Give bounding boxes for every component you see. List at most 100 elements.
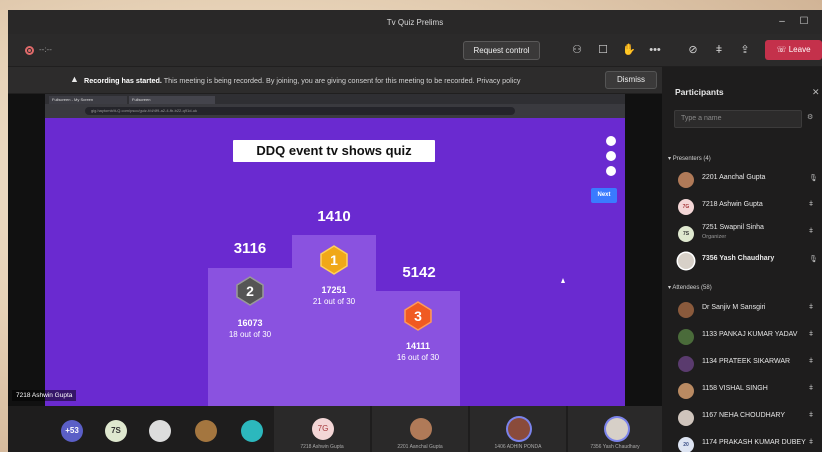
mic-off-icon: ǂ <box>809 201 814 208</box>
browser-tab: Fullscreen <box>129 96 215 104</box>
request-control-button[interactable]: Request control <box>463 41 540 60</box>
notice-bold: Recording has started. <box>84 76 162 85</box>
close-icon[interactable]: ✕ <box>812 87 820 98</box>
rank-number: 2 <box>246 283 254 299</box>
participant-row[interactable]: 1133 PANKAJ KUMAR YADAV ǂ <box>674 326 819 348</box>
avatar[interactable] <box>241 420 263 442</box>
avatar[interactable]: 7S <box>105 420 127 442</box>
warning-icon: ▲ <box>70 74 79 84</box>
participant-row[interactable]: 2201 Aanchal Gupta 🎙 <box>674 169 819 191</box>
participant-name: 7251 Swapnil Sinha <box>702 224 764 231</box>
presenters-label: Presenters (4) <box>672 156 711 162</box>
camera-off-icon[interactable]: ⊘ <box>685 42 701 58</box>
avatar: 20 <box>678 437 694 452</box>
leave-button[interactable]: ☏ Leave <box>765 40 822 60</box>
participant-row[interactable]: 7G 7218 Ashwin Gupta ǂ <box>674 196 819 218</box>
participant-search-input[interactable]: Type a name <box>674 110 802 128</box>
podium-points: 17251 <box>321 285 347 295</box>
avatar <box>678 253 694 269</box>
leave-label: Leave <box>788 45 811 54</box>
teams-window: Tv Quiz Prelims – ☐ --:-- Request contro… <box>8 10 822 452</box>
maximize-icon[interactable]: ☐ <box>796 15 812 29</box>
avatar <box>678 356 694 372</box>
podium-points: 14111 <box>405 341 431 351</box>
mic-off-icon: ǂ <box>809 331 814 338</box>
tile-name: 7356 Yash Chaudhary <box>590 444 640 450</box>
people-icon[interactable]: ⚇ <box>569 42 585 58</box>
participant-row[interactable]: 1167 NEHA CHOUDHARY ǂ <box>674 407 819 429</box>
browser-address-bar: gig.haytomb/it-Q.com/pscc/guiz-f/d/4f9-a… <box>45 104 625 118</box>
participant-name: 1134 PRATEEK SIKARWAR <box>702 358 791 365</box>
shared-screen: Fullscreen - My Screen Fullscreen gig.ha… <box>8 94 662 406</box>
meeting-timer: --:-- <box>39 45 52 54</box>
attendees-header[interactable]: ▾ Attendees (58) <box>668 284 712 291</box>
participant-name: 1158 VISHAL SINGH <box>702 385 768 392</box>
video-tile[interactable]: 7356 Yash Chaudhary <box>568 406 662 452</box>
raise-hand-icon[interactable]: ✋ <box>621 42 637 58</box>
rank-badge-icon: 3 <box>403 301 433 331</box>
mic-off-icon: ǂ <box>809 385 814 392</box>
presenters-header[interactable]: ▾ Presenters (4) <box>668 155 711 162</box>
participant-row[interactable]: 7S 7251 Swapnil Sinha Organizer ǂ <box>674 223 819 245</box>
participant-name: 2201 Aanchal Gupta <box>702 174 766 181</box>
participant-name: 1167 NEHA CHOUDHARY <box>702 412 785 419</box>
tile-name: 1406 ADHIN PONDA <box>494 444 542 450</box>
avatar <box>678 302 694 318</box>
podium-score: 3116 <box>233 240 267 257</box>
recording-notice: ▲ Recording has started. This meeting is… <box>8 67 662 93</box>
avatar[interactable] <box>149 420 171 442</box>
participant-name: 7218 Ashwin Gupta <box>702 201 763 208</box>
participant-name: 1174 PRAKASH KUMAR DUBEY <box>702 439 806 446</box>
podium-detail: 18 out of 30 <box>228 330 272 339</box>
participant-row[interactable]: 1134 PRATEEK SIKARWAR ǂ <box>674 353 819 375</box>
avatar <box>606 418 628 440</box>
participant-name: 1133 PANKAJ KUMAR YADAV <box>702 331 798 338</box>
avatar <box>410 418 432 440</box>
video-tile[interactable]: 7G 7218 Ashwin Gupta <box>274 406 370 452</box>
tile-name: 7218 Ashwin Gupta <box>300 444 344 450</box>
notice-text: Recording has started. This meeting is b… <box>84 76 521 85</box>
avatar: 7G <box>678 199 694 215</box>
mic-off-icon: ǂ <box>809 228 814 235</box>
podium-score: 5142 <box>402 264 436 281</box>
video-tile[interactable]: 2201 Aanchal Gupta <box>372 406 468 452</box>
participant-row[interactable]: 7356 Yash Chaudhary 🎙 <box>674 250 819 272</box>
dismiss-button[interactable]: Dismiss <box>605 71 657 89</box>
rank-badge-icon: 1 <box>319 245 349 275</box>
avatar[interactable] <box>195 420 217 442</box>
avatar: 7S <box>678 226 694 242</box>
rank-badge-icon: 2 <box>235 276 265 306</box>
mic-off-icon[interactable]: ǂ <box>711 42 727 58</box>
participant-row[interactable]: Dr Sanjiv M Sansgiri ǂ <box>674 299 819 321</box>
panel-title: Participants <box>675 87 724 97</box>
settings-icon[interactable]: ⚙ <box>807 113 813 121</box>
podium-detail: 16 out of 30 <box>396 353 440 362</box>
minimize-icon[interactable]: – <box>774 15 790 29</box>
next-button: Next <box>591 188 617 203</box>
mic-off-icon: ǂ <box>809 358 814 365</box>
participant-row[interactable]: 20 1174 PRAKASH KUMAR DUBEY ǂ <box>674 434 819 452</box>
avatar <box>678 410 694 426</box>
podium-first: 1 17251 21 out of 30 <box>292 235 376 406</box>
participant-name: 7356 Yash Chaudhary <box>702 255 775 262</box>
share-icon[interactable]: ⇪ <box>737 42 753 58</box>
chat-icon[interactable]: ☐ <box>595 42 611 58</box>
participant-strip: +53 7S 7G 7218 Ashwin Gupta 2201 Aanchal… <box>8 406 662 452</box>
participant-role: Organizer <box>702 234 727 240</box>
podium-second: 2 16073 18 out of 30 <box>208 268 292 406</box>
browser-tab: Fullscreen - My Screen <box>49 96 127 104</box>
avatar <box>678 329 694 345</box>
mic-off-icon: ǂ <box>809 304 814 311</box>
mouse-cursor-icon <box>561 278 565 283</box>
podium-points: 16073 <box>237 318 263 328</box>
participant-name: Dr Sanjiv M Sansgiri <box>702 304 766 311</box>
mic-off-icon: ǂ <box>809 412 814 419</box>
overflow-count[interactable]: +53 <box>61 420 83 442</box>
participant-row[interactable]: 1158 VISHAL SINGH ǂ <box>674 380 819 402</box>
more-icon[interactable]: ••• <box>647 42 663 58</box>
recording-icon <box>25 46 34 55</box>
quiz-title: DDQ event tv shows quiz <box>233 140 435 162</box>
presenter-name-tag: 7218 Ashwin Gupta <box>12 390 77 401</box>
video-tile[interactable]: 1406 ADHIN PONDA <box>470 406 566 452</box>
attendees-label: Attendees (58) <box>672 285 712 291</box>
